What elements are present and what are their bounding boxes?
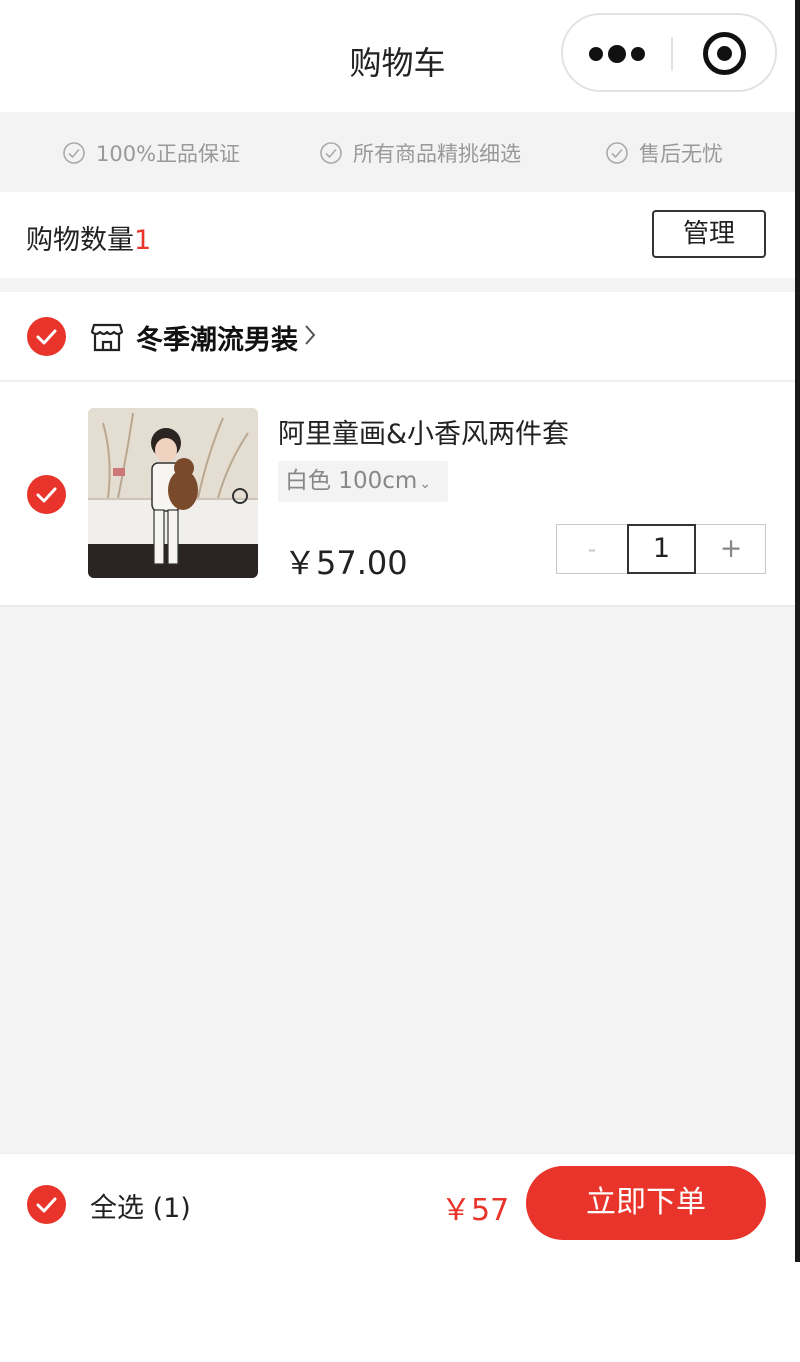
increase-quantity-button[interactable]: + — [696, 525, 766, 573]
quantity-input[interactable]: 1 — [627, 524, 696, 574]
checkmark-icon — [36, 487, 57, 503]
manage-button[interactable]: 管理 — [652, 210, 766, 258]
cart-count-number: 1 — [134, 225, 152, 256]
store-icon — [90, 323, 124, 352]
guarantee-strip: 100%正品保证 所有商品精挑细选 售后无忧 — [0, 112, 795, 192]
check-circle-icon — [63, 142, 85, 164]
guarantee-item: 售后无忧 — [605, 139, 723, 167]
mini-program-capsule — [561, 13, 777, 92]
store-divider — [0, 380, 795, 382]
close-program-icon[interactable] — [703, 32, 746, 75]
check-circle-icon — [606, 142, 628, 164]
store-name[interactable]: 冬季潮流男装 — [136, 318, 298, 357]
product-price: ￥57.00 — [284, 544, 408, 582]
product-photo-illustration — [88, 408, 258, 578]
cart-count: 购物数量1 — [26, 218, 151, 257]
checkmark-icon — [36, 329, 57, 345]
empty-area — [0, 607, 795, 1153]
section-gap — [0, 278, 795, 292]
check-circle-icon — [320, 142, 342, 164]
quantity-stepper: - 1 + — [556, 524, 766, 574]
guarantee-item: 所有商品精挑细选 — [319, 139, 521, 167]
select-all-label[interactable]: 全选 (1) — [90, 1186, 191, 1225]
guarantee-label: 100%正品保证 — [96, 142, 241, 166]
place-order-button[interactable]: 立即下单 — [526, 1166, 766, 1240]
guarantee-item: 100%正品保证 — [62, 139, 240, 167]
product-title[interactable]: 阿里童画&小香风两件套 — [278, 412, 569, 451]
total-price: ￥57 — [441, 1193, 510, 1228]
store-checkbox[interactable] — [27, 317, 66, 356]
capsule-divider — [671, 37, 673, 71]
chevron-down-icon: ⌄ — [419, 476, 431, 492]
more-options-icon[interactable] — [589, 43, 645, 65]
product-spec-selector[interactable]: 白色 100cm ⌄ — [278, 461, 448, 502]
cart-count-label: 购物数量 — [26, 225, 134, 256]
window-edge — [795, 0, 800, 1262]
product-spec: 白色 100cm — [285, 468, 418, 494]
guarantee-label: 所有商品精挑细选 — [353, 142, 521, 166]
decrease-quantity-button[interactable]: - — [557, 525, 627, 573]
chevron-right-icon[interactable] — [303, 322, 317, 348]
guarantee-label: 售后无忧 — [639, 142, 723, 166]
checkmark-icon — [36, 1197, 57, 1213]
select-all-checkbox[interactable] — [27, 1185, 66, 1224]
product-image[interactable] — [88, 408, 258, 578]
item-checkbox[interactable] — [27, 475, 66, 514]
